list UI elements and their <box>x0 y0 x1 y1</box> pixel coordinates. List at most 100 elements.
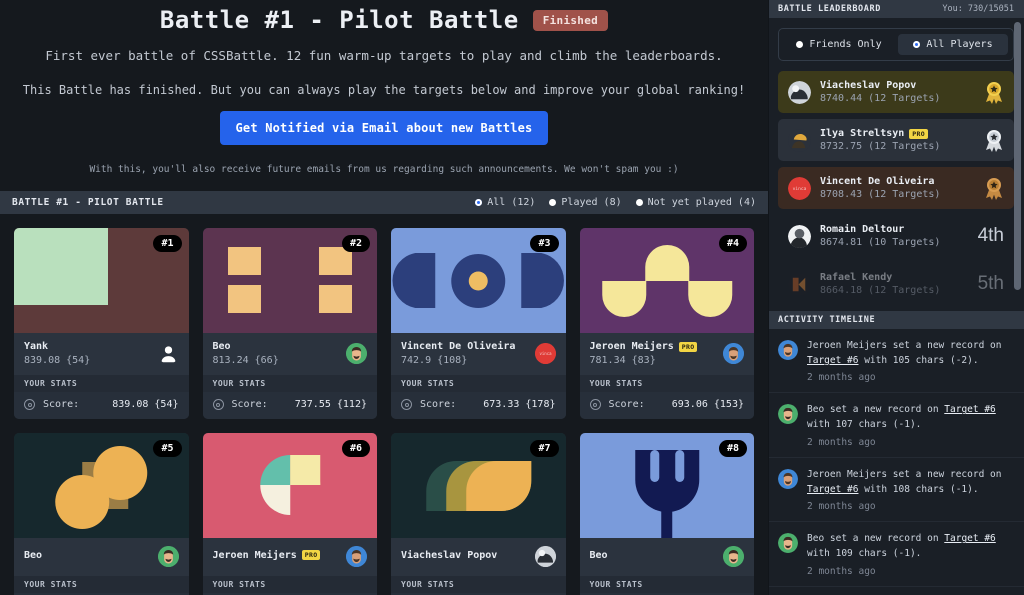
your-stats-label: YOUR STATS <box>579 375 754 392</box>
target-thumbnail[interactable]: #8 <box>579 433 754 538</box>
owner-name: Jeroen Meijers <box>589 341 674 352</box>
avatar[interactable] <box>346 343 367 364</box>
target-card[interactable]: #4 Jeroen Meijers PRO 781.34 {83} YOUR S… <box>579 228 754 419</box>
avatar[interactable]: vinca <box>534 343 556 364</box>
target-icon <box>589 399 601 410</box>
filter-not-played[interactable]: Not yet played (4) <box>635 197 756 208</box>
target-number-badge: #2 <box>341 235 370 252</box>
target-card[interactable]: #3 Vincent De Oliveira 742.9 {108} vinca <box>391 228 566 419</box>
radio-icon <box>549 199 557 206</box>
target-thumbnail[interactable]: #3 <box>391 228 566 333</box>
target-thumbnail[interactable]: #1 <box>14 228 189 333</box>
battle-hero: Battle #1 - Pilot Battle Finished First … <box>0 0 768 175</box>
timeline-text: Beo set a new record on Target #6 with 1… <box>807 403 1014 432</box>
target-card[interactable]: #5 Beo YOUR STATS <box>14 433 189 595</box>
owner-score: 813.24 {66} <box>212 355 279 366</box>
avatar <box>788 80 811 104</box>
filter-label: Played (8) <box>561 197 622 208</box>
avatar[interactable] <box>157 546 179 567</box>
your-stats-label: YOUR STATS <box>14 576 189 593</box>
target-card[interactable]: #6 Jeroen Meijers PRO YOUR STATS <box>202 433 377 595</box>
player-rank: 5th <box>977 273 1004 294</box>
timeline-text: Jeroen Meijers set a new record on Targe… <box>807 339 1014 368</box>
avatar-logo-icon: vinca <box>534 343 556 364</box>
your-stats-label: YOUR STATS <box>391 576 566 593</box>
timeline-time: 2 months ago <box>807 372 876 384</box>
avatar-face-icon <box>778 404 798 425</box>
owner-name: Yank <box>24 341 49 352</box>
target-link[interactable]: Target #6 <box>944 404 995 415</box>
timeline-text: Jeroen Meijers set a new record on Targe… <box>807 468 1014 497</box>
timeline-item: Beo set a new record on Target #6 with 1… <box>768 522 1024 587</box>
avatar[interactable] <box>158 343 179 364</box>
owner-name: Beo <box>24 549 43 561</box>
target-thumbnail[interactable]: #4 <box>579 228 754 333</box>
target-thumbnail[interactable]: #6 <box>202 433 377 538</box>
avatar[interactable] <box>723 546 744 567</box>
avatar <box>788 272 811 296</box>
target-card[interactable]: #8 Beo YOUR STATS <box>579 433 754 595</box>
filter-label: Not yet played (4) <box>647 197 756 208</box>
player-name: Rafael Kendy <box>820 272 893 283</box>
avatar-face-icon <box>723 343 744 364</box>
filter-all[interactable]: All (12) <box>475 197 535 208</box>
target-link[interactable]: Target #6 <box>944 533 995 544</box>
avatar[interactable] <box>534 546 556 567</box>
avatar[interactable] <box>723 343 744 364</box>
target-number-badge: #5 <box>153 440 182 457</box>
your-stats-label: YOUR STATS <box>202 375 377 392</box>
filter-played[interactable]: Played (8) <box>549 197 622 208</box>
owner-name: Vincent De Oliveira <box>401 341 516 352</box>
target-card[interactable]: #7 Viacheslav Popov YOUR STATS <box>391 433 566 595</box>
target-thumbnail[interactable]: #7 <box>391 433 566 538</box>
target-owner: Jeroen Meijers PRO <box>202 538 377 576</box>
target-thumbnail[interactable]: #5 <box>14 433 189 538</box>
fine-print: With this, you'll also receive future em… <box>89 164 679 175</box>
player-rank: 4th <box>977 225 1004 246</box>
leaderboard-row[interactable]: Viacheslav Popov 8740.44 (12 Targets) <box>778 71 1014 113</box>
avatar-photo-icon <box>788 128 811 152</box>
leaderboard-title: BATTLE LEADERBOARD <box>778 4 881 14</box>
player-score: 8732.75 (12 Targets) <box>820 141 941 152</box>
target-link[interactable]: Target #6 <box>807 484 858 495</box>
notify-email-button[interactable]: Get Notified via Email about new Battles <box>219 111 549 145</box>
target-thumbnail[interactable]: #2 <box>202 228 377 333</box>
target-link[interactable]: Target #6 <box>807 355 858 366</box>
owner-name: Jeroen Meijers <box>212 549 297 561</box>
target-card[interactable]: #2 Beo 813.24 {66} YOUR STATS Score: 737… <box>202 228 377 419</box>
toggle-friends-only[interactable]: Friends Only <box>784 34 894 55</box>
battle-description: First ever battle of CSSBattle. 12 fun w… <box>45 48 723 63</box>
leaderboard-scope-toggle: Friends Only All Players <box>778 28 1014 61</box>
leaderboard-row[interactable]: Ilya Streltsyn PRO 8732.75 (12 Targets) <box>778 119 1014 161</box>
avatar <box>788 128 811 152</box>
section-title: BATTLE #1 - PILOT BATTLE <box>12 197 164 208</box>
owner-score: 742.9 {108} <box>401 355 468 366</box>
leaderboard-row[interactable]: Romain Deltour 8674.81 (10 Targets) 4th <box>778 215 1014 257</box>
bronze-medal-icon <box>984 177 1004 200</box>
avatar-face-icon <box>723 546 744 567</box>
timeline-pre: Beo set a new record on <box>807 404 945 416</box>
target-shape <box>318 284 352 314</box>
avatar[interactable] <box>346 546 367 567</box>
target-owner: Jeroen Meijers PRO 781.34 {83} <box>579 333 754 375</box>
silver-medal-icon <box>984 129 1004 152</box>
sidebar-scrollbar[interactable] <box>1014 22 1021 290</box>
toggle-all-players[interactable]: All Players <box>898 34 1008 55</box>
leaderboard-row[interactable]: Rafael Kendy 8664.18 (12 Targets) 5th <box>778 263 1014 305</box>
score-label: Score: <box>43 399 80 410</box>
target-card[interactable]: #1 Yank 839.08 {54} YOUR STATS Score: 83… <box>14 228 189 419</box>
avatar-face-icon <box>346 546 367 567</box>
svg-text:vinca: vinca <box>793 186 807 192</box>
player-name: Romain Deltour <box>820 224 905 235</box>
player-name: Vincent De Oliveira <box>820 176 935 187</box>
player-name: Viacheslav Popov <box>820 80 917 91</box>
avatar-logo-icon <box>788 272 811 296</box>
radio-icon <box>635 199 643 206</box>
timeline-post: with 108 chars (-1). <box>858 483 979 495</box>
target-icon <box>401 399 412 410</box>
leaderboard-row[interactable]: vinca Vincent De Oliveira 8708.43 (12 Ta… <box>778 167 1014 209</box>
your-stats-row: Score: 737.55 {112} <box>202 392 377 419</box>
timeline-time: 2 months ago <box>807 565 876 577</box>
svg-text:vinca: vinca <box>539 351 552 356</box>
your-stats-label: YOUR STATS <box>202 576 377 593</box>
